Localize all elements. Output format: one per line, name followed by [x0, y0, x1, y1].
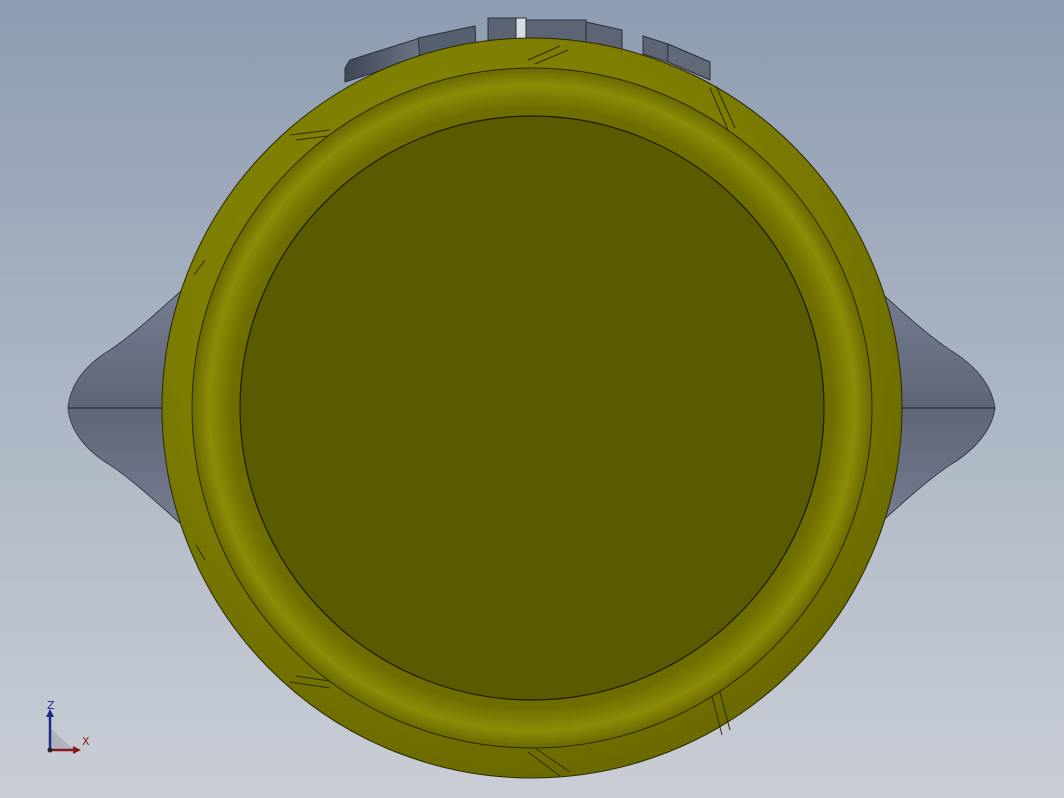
lid-face [239, 115, 825, 701]
top-tab [487, 17, 517, 41]
main-body [161, 37, 903, 779]
orientation-triad: Z X [40, 700, 100, 760]
z-axis-label: Z [47, 699, 55, 712]
x-axis-label: X [82, 735, 90, 748]
model-view[interactable] [0, 0, 1064, 798]
top-tab [515, 17, 527, 41]
graphics-viewport[interactable]: Z X [0, 0, 1064, 798]
